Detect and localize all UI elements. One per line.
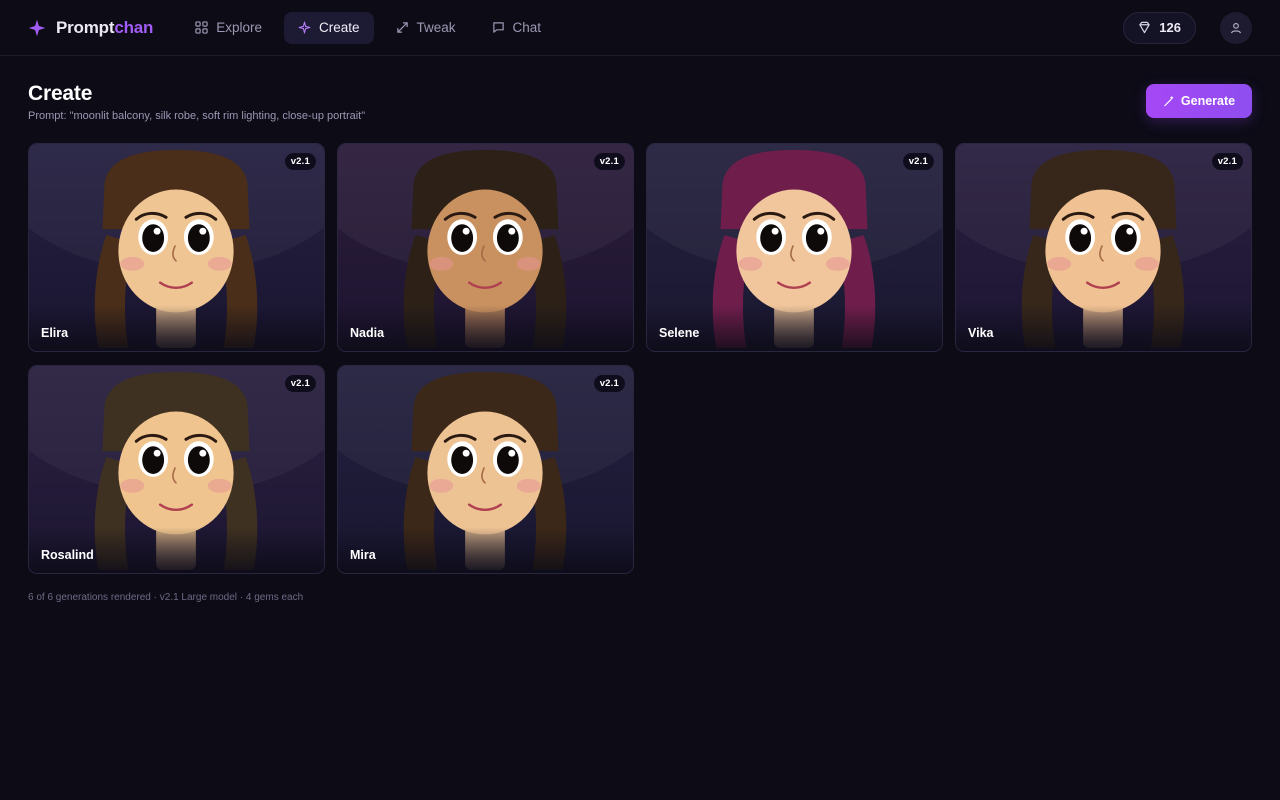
header-right-tools: 126 (1123, 11, 1252, 44)
prompt-text: Prompt: "moonlit balcony, silk robe, sof… (28, 110, 366, 122)
user-icon (1230, 22, 1242, 33)
brand-logo[interactable]: Promptchan (28, 18, 153, 38)
model-version-badge: v2.1 (1211, 153, 1243, 170)
generation-card[interactable]: v2.1 Vika (955, 143, 1252, 352)
character-name: Nadia (350, 326, 385, 340)
top-navigation-bar: Promptchan Explore Create Tweak Chat 126 (0, 0, 1280, 56)
character-name: Selene (659, 326, 700, 340)
generate-button[interactable]: Generate (1146, 84, 1252, 118)
main-nav: Explore Create Tweak Chat (181, 11, 556, 44)
generation-card[interactable]: v2.1 Selene (646, 143, 943, 352)
character-name: Mira (350, 548, 376, 562)
generation-card[interactable]: v2.1 Mira (337, 365, 634, 574)
generation-card[interactable]: v2.1 Elira (28, 143, 325, 352)
page-header: Create Prompt: "moonlit balcony, silk ro… (28, 82, 1252, 122)
nav-create-label: Create (318, 20, 360, 35)
gem-icon (1139, 21, 1151, 34)
nav-tweak[interactable]: Tweak (382, 12, 470, 44)
character-name: Vika (968, 326, 994, 340)
generation-card[interactable]: v2.1 Nadia (337, 143, 634, 352)
nav-chat-label: Chat (512, 20, 542, 35)
nav-explore-label: Explore (216, 20, 262, 35)
chat-bubble-icon (492, 22, 504, 33)
character-name: Elira (41, 326, 69, 340)
gems-balance-button[interactable]: 126 (1123, 11, 1196, 44)
nav-explore[interactable]: Explore (181, 12, 276, 44)
model-version-badge: v2.1 (593, 375, 625, 392)
card-caption-shade (956, 305, 1251, 351)
sparkle-logo-icon (28, 19, 46, 36)
gems-count: 126 (1159, 20, 1181, 35)
model-version-badge: v2.1 (593, 153, 625, 170)
page-title: Create (28, 82, 93, 105)
card-caption-shade (29, 305, 324, 351)
brand-name: Promptchan (56, 18, 153, 38)
model-version-badge: v2.1 (284, 153, 316, 170)
expand-icon (396, 22, 408, 33)
generation-card[interactable]: v2.1 Rosalind (28, 365, 325, 574)
generate-button-label: Generate (1180, 94, 1236, 108)
character-name: Rosalind (41, 548, 94, 562)
nav-tweak-label: Tweak (416, 20, 456, 35)
magic-wand-icon (1164, 95, 1174, 106)
nav-create[interactable]: Create (283, 11, 374, 44)
nav-chat[interactable]: Chat (478, 12, 556, 44)
card-caption-shade (338, 527, 633, 573)
grid-icon (195, 21, 208, 34)
profile-button[interactable] (1220, 11, 1252, 44)
sparkle-icon (298, 21, 311, 34)
generation-grid: v2.1 Elira v2.1 Nadia v2.1 Selene v2.1 V… (28, 143, 1252, 574)
brand-name-accent: chan (114, 17, 154, 37)
model-version-badge: v2.1 (902, 153, 934, 170)
main-content: Create Prompt: "moonlit balcony, silk ro… (0, 82, 1280, 603)
generation-footnote: 6 of 6 generations rendered · v2.1 Large… (28, 592, 304, 603)
brand-name-primary: Prompt (56, 17, 115, 37)
model-version-badge: v2.1 (284, 375, 316, 392)
